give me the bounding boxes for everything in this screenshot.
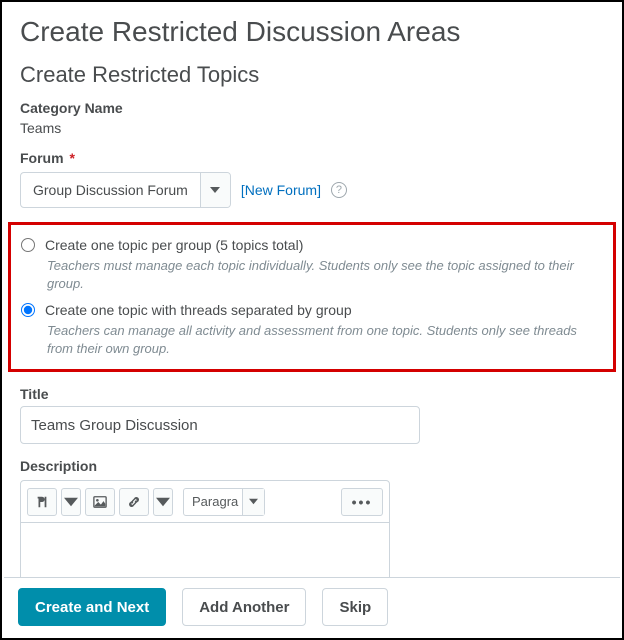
forum-label: Forum * xyxy=(20,150,604,166)
editor-toolbar: Paragra ••• xyxy=(21,481,389,523)
title-input[interactable] xyxy=(20,406,420,444)
radio-threads-by-group-row[interactable]: Create one topic with threads separated … xyxy=(21,302,603,318)
toolbar-link-button[interactable] xyxy=(119,488,149,516)
radio-threads-by-group-label: Create one topic with threads separated … xyxy=(45,302,352,318)
toolbar-image-button[interactable] xyxy=(85,488,115,516)
forum-block: Forum * Group Discussion Forum [New Foru… xyxy=(20,150,604,208)
description-label: Description xyxy=(20,458,604,474)
required-asterisk: * xyxy=(69,150,74,166)
forum-label-text: Forum xyxy=(20,150,64,166)
forum-select[interactable]: Group Discussion Forum xyxy=(20,172,231,208)
title-block: Title xyxy=(20,386,604,444)
toolbar-link-dropdown[interactable] xyxy=(153,488,173,516)
page-title: Create Restricted Discussion Areas xyxy=(20,16,604,48)
link-icon xyxy=(127,495,141,509)
toolbar-style-dropdown-button[interactable] xyxy=(242,489,264,515)
radio-threads-by-group-hint: Teachers can manage all activity and ass… xyxy=(47,322,603,357)
category-name-label: Category Name xyxy=(20,100,604,116)
toolbar-paragraph-dropdown[interactable] xyxy=(61,488,81,516)
chevron-down-icon xyxy=(210,185,220,195)
chevron-down-icon xyxy=(249,497,258,506)
category-name-value: Teams xyxy=(20,120,61,136)
footer-actions: Create and Next Add Another Skip xyxy=(4,577,620,636)
new-forum-link[interactable]: [New Forum] xyxy=(241,182,321,198)
toolbar-style-value: Paragra xyxy=(184,489,242,515)
chevron-down-icon xyxy=(64,495,78,509)
page-container: Create Restricted Discussion Areas Creat… xyxy=(0,0,624,640)
radio-per-group-row[interactable]: Create one topic per group (5 topics tot… xyxy=(21,237,603,253)
forum-select-dropdown-button[interactable] xyxy=(200,173,230,207)
category-name-block: Category Name Teams xyxy=(20,100,604,136)
add-another-button[interactable]: Add Another xyxy=(182,588,306,626)
section-title: Create Restricted Topics xyxy=(20,62,604,88)
radio-per-group-label: Create one topic per group (5 topics tot… xyxy=(45,237,303,253)
help-icon[interactable]: ? xyxy=(331,182,347,198)
image-icon xyxy=(93,495,107,509)
skip-button[interactable]: Skip xyxy=(322,588,388,626)
chevron-down-icon xyxy=(156,495,170,509)
create-and-next-button[interactable]: Create and Next xyxy=(18,588,166,626)
radio-per-group-hint: Teachers must manage each topic individu… xyxy=(47,257,603,292)
topic-mode-highlight: Create one topic per group (5 topics tot… xyxy=(8,222,616,372)
radio-per-group[interactable] xyxy=(21,238,35,252)
toolbar-paragraph-toggle-button[interactable] xyxy=(27,488,57,516)
toolbar-more-button[interactable]: ••• xyxy=(341,488,383,516)
paragraph-icon xyxy=(35,495,49,509)
radio-threads-by-group[interactable] xyxy=(21,303,35,317)
toolbar-style-select[interactable]: Paragra xyxy=(183,488,265,516)
forum-select-value: Group Discussion Forum xyxy=(21,173,200,207)
title-label: Title xyxy=(20,386,604,402)
